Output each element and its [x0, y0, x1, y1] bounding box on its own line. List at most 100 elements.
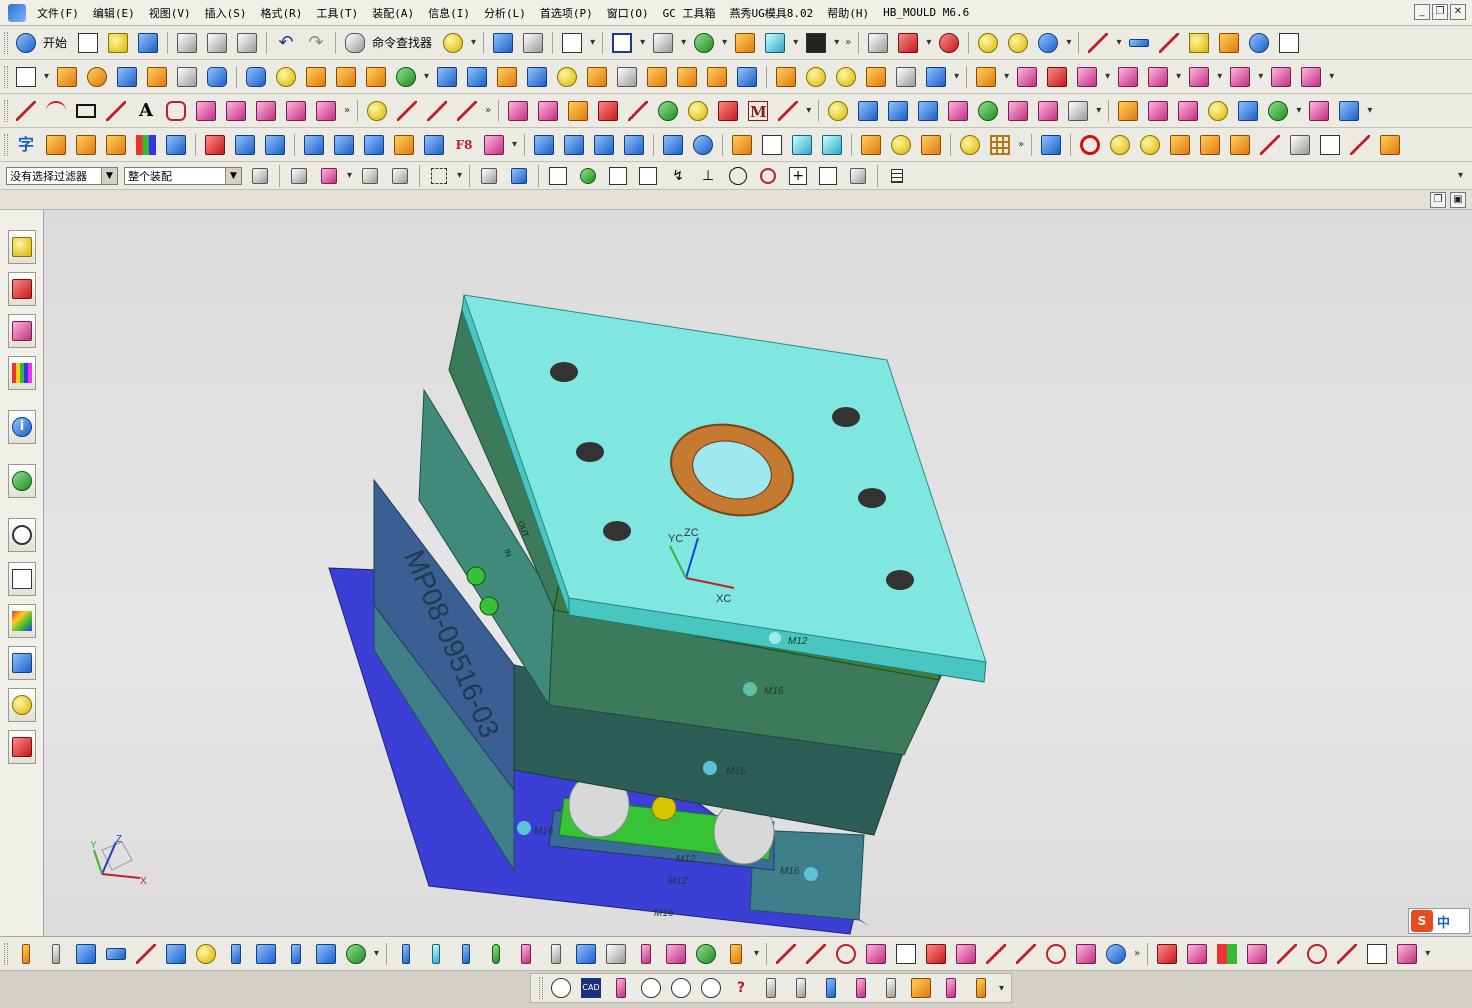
- bottom-tool-27[interactable]: [834, 942, 858, 966]
- start-label[interactable]: 开始: [43, 34, 67, 51]
- menu-preferences[interactable]: 首选项(P): [533, 5, 600, 21]
- mold-d2-button[interactable]: [562, 133, 586, 157]
- bottom-tool-11[interactable]: [314, 942, 338, 966]
- surface-tool5-button[interactable]: [946, 99, 970, 123]
- dropdown-arrow[interactable]: ▾: [44, 71, 49, 82]
- surface-tool7-button[interactable]: [1006, 99, 1030, 123]
- polyline-button[interactable]: [104, 99, 128, 123]
- web-browser-tab[interactable]: [8, 464, 36, 498]
- dropdown-arrow[interactable]: ▾: [999, 983, 1004, 994]
- menu-edit[interactable]: 编辑(E): [86, 5, 142, 21]
- chevron-down-icon[interactable]: ▼: [225, 167, 241, 184]
- bottom-tool-12[interactable]: [344, 942, 368, 966]
- assembly-navigator-tab[interactable]: [8, 230, 36, 264]
- dropdown-arrow[interactable]: ▾: [754, 948, 759, 959]
- select-face-button[interactable]: [477, 164, 501, 188]
- analysis-button[interactable]: [1006, 31, 1030, 55]
- dropdown-arrow[interactable]: ▾: [1105, 71, 1110, 82]
- restore-button[interactable]: ❐: [1432, 4, 1448, 20]
- split-body-button[interactable]: [615, 65, 639, 89]
- mold-j9-button[interactable]: [1378, 133, 1402, 157]
- selection-button[interactable]: [560, 31, 584, 55]
- sketch-tool4-button[interactable]: [596, 99, 620, 123]
- toolbar-grip[interactable]: [4, 133, 8, 156]
- mold-g1-button[interactable]: [859, 133, 883, 157]
- mold-i1-button[interactable]: [1039, 133, 1063, 157]
- dock-tool-1[interactable]: [549, 976, 573, 1000]
- snap-midpoint-button[interactable]: [606, 164, 630, 188]
- snap-control-button[interactable]: [636, 164, 660, 188]
- shaded-button[interactable]: [651, 31, 675, 55]
- pyramid-button[interactable]: [1187, 31, 1211, 55]
- mold-d1-button[interactable]: [532, 133, 556, 157]
- mold-tool4-button[interactable]: [1116, 65, 1140, 89]
- dropdown-arrow[interactable]: ▾: [926, 37, 931, 48]
- information-tab[interactable]: i: [8, 410, 36, 444]
- chamfer-button[interactable]: [705, 65, 729, 89]
- bottom-tool-28[interactable]: [864, 942, 888, 966]
- dock-tool-5[interactable]: [669, 976, 693, 1000]
- mold-j6-button[interactable]: [1288, 133, 1312, 157]
- redo-button[interactable]: ↷: [304, 31, 328, 55]
- fit-button[interactable]: [610, 31, 634, 55]
- mold-tool5-button[interactable]: [1146, 65, 1170, 89]
- bottom-tool-23[interactable]: [694, 942, 718, 966]
- select-solid-button[interactable]: [507, 164, 531, 188]
- process-studio-tab[interactable]: [8, 604, 36, 638]
- dropdown-arrow[interactable]: ▾: [1329, 71, 1334, 82]
- dock-tool-3[interactable]: [609, 976, 633, 1000]
- menu-window[interactable]: 窗口(O): [600, 5, 656, 21]
- mold-c2-button[interactable]: [332, 133, 356, 157]
- surface-tool4-button[interactable]: [916, 99, 940, 123]
- dock-tool-8[interactable]: [759, 976, 783, 1000]
- cylinder2-button[interactable]: [244, 65, 268, 89]
- bottom-tool-20[interactable]: [604, 942, 628, 966]
- mold-tool7-button[interactable]: [1228, 65, 1252, 89]
- graphics-viewport[interactable]: M12 M16 M16 M16 M16 M12 M12 M16 IN OUT M…: [44, 210, 1472, 936]
- snap-quadrant-button[interactable]: ⊥: [696, 164, 720, 188]
- toolbar-grip[interactable]: [4, 65, 8, 88]
- surface-tool8-button[interactable]: [1036, 99, 1060, 123]
- fillet-curve-button[interactable]: [425, 99, 449, 123]
- layer-button[interactable]: [733, 31, 757, 55]
- render-style-button[interactable]: [692, 31, 716, 55]
- cooling-fitting-in[interactable]: [466, 566, 486, 586]
- toolbar-grip[interactable]: [4, 942, 8, 965]
- mold-d3-button[interactable]: [592, 133, 616, 157]
- edit-surface3-button[interactable]: [1176, 99, 1200, 123]
- dock-tool-2[interactable]: CAD: [579, 976, 603, 1000]
- snap-on-face-button[interactable]: [846, 164, 870, 188]
- divide-curve-button[interactable]: [395, 99, 419, 123]
- datum-button[interactable]: [394, 65, 418, 89]
- bottom-tool-1[interactable]: [14, 942, 38, 966]
- palette-button[interactable]: [1138, 133, 1162, 157]
- pattern-button[interactable]: [364, 65, 388, 89]
- dropdown-arrow[interactable]: ▾: [374, 948, 379, 959]
- sketch-tool8-button[interactable]: [716, 99, 740, 123]
- bottom-tool-18[interactable]: [544, 942, 568, 966]
- cut-button[interactable]: [175, 31, 199, 55]
- snap-tangent-button[interactable]: [756, 164, 780, 188]
- ruler-button[interactable]: [1127, 31, 1151, 55]
- surface-tool2-button[interactable]: [856, 99, 880, 123]
- intersect-button[interactable]: [1157, 31, 1181, 55]
- toolbar-grip[interactable]: [4, 31, 8, 54]
- dropdown-arrow[interactable]: ▾: [457, 170, 462, 181]
- new-button[interactable]: [76, 31, 100, 55]
- bottom-tool-10[interactable]: [284, 942, 308, 966]
- boss-button[interactable]: [145, 65, 169, 89]
- type-filter-select[interactable]: 没有选择过滤器 ▼: [6, 166, 118, 185]
- constraint-navigator-tab[interactable]: [8, 272, 36, 306]
- system-scenes-tab[interactable]: [8, 730, 36, 764]
- extend-curve-button[interactable]: [455, 99, 479, 123]
- ime-indicator[interactable]: S 中: [1408, 908, 1470, 934]
- bottom-tool-25[interactable]: [774, 942, 798, 966]
- menu-gc-toolkit[interactable]: GC 工具箱: [656, 5, 723, 21]
- extract-body-button[interactable]: [894, 65, 918, 89]
- menu-assembly[interactable]: 装配(A): [365, 5, 421, 21]
- dock-tool-15[interactable]: [969, 976, 993, 1000]
- thicken-button[interactable]: [864, 65, 888, 89]
- cylinder-button[interactable]: [205, 65, 229, 89]
- trim-body-button[interactable]: [585, 65, 609, 89]
- dropdown-arrow[interactable]: ▾: [1367, 105, 1372, 116]
